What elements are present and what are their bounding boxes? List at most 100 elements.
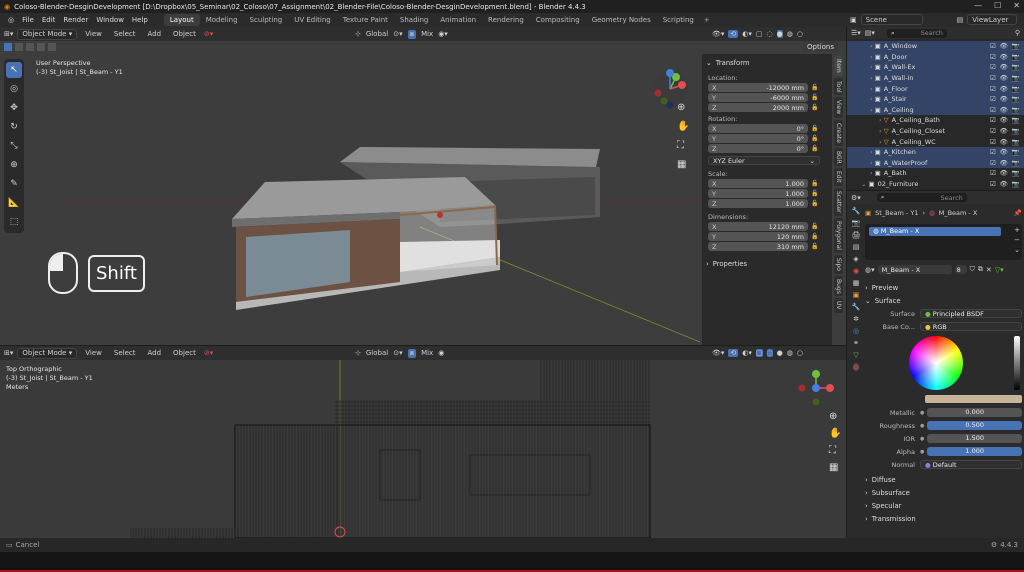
shading-material-icon-bottom[interactable]: ◍ (787, 349, 793, 357)
scale-field-z[interactable]: Z 1.000 (708, 199, 808, 208)
unlink-icon[interactable]: ✕ (986, 266, 992, 274)
camera-view-icon[interactable]: ⛶ (677, 140, 689, 151)
checkbox-icon[interactable]: ☑ (990, 106, 996, 114)
view-layer-tab-icon[interactable]: ▤ (853, 243, 860, 251)
eye-icon[interactable]: 👁 (1000, 148, 1008, 156)
eye-icon[interactable]: 👁 (1000, 116, 1008, 124)
ortho-grid-icon-bottom[interactable]: ▦ (829, 462, 841, 473)
render-tab-icon[interactable]: 📷 (852, 219, 861, 227)
outliner-item[interactable]: ⌄ ▣ 02_Furniture ☑ 👁 📷 (847, 179, 1024, 190)
slot-menu-icon[interactable]: ⌄ (1014, 246, 1020, 254)
disclosure-icon[interactable]: › (870, 42, 873, 50)
eye-icon[interactable]: 👁 (1000, 180, 1008, 188)
sidebar-tab-create[interactable]: Create (834, 119, 843, 146)
eye-icon[interactable]: 👁 (1000, 159, 1008, 167)
add-slot-icon[interactable]: + (1014, 226, 1020, 234)
socket-icon[interactable]: ● (920, 423, 924, 429)
overlay-icon[interactable]: ◐▾ (742, 30, 752, 38)
shading-solid-icon[interactable]: ● (776, 30, 783, 38)
checkbox-icon[interactable]: ☑ (990, 159, 996, 167)
camera-icon[interactable]: 📷 (1012, 116, 1020, 124)
data-tab-icon[interactable]: ▽ (853, 351, 858, 359)
sidebar-tab-edit[interactable]: Edit (834, 168, 843, 186)
eye-icon[interactable]: 👁 (1000, 63, 1008, 71)
close-icon[interactable]: ✕ (1013, 1, 1020, 10)
disclosure-icon[interactable]: › (870, 53, 873, 61)
xray-icon[interactable]: ▢ (756, 30, 763, 38)
outliner-filter-icon[interactable]: ⚲ (1015, 29, 1020, 37)
base-color-swatch[interactable] (925, 395, 1022, 403)
menu-help[interactable]: Help (128, 16, 152, 24)
camera-view-icon-bottom[interactable]: ⛶ (829, 445, 841, 456)
disclosure-icon[interactable]: › (870, 169, 873, 177)
socket-icon[interactable]: ● (920, 449, 924, 455)
outliner-item[interactable]: › ▣ A_WaterProof ☑ 👁 📷 (847, 157, 1024, 169)
workspace-tab-modeling[interactable]: Modeling (200, 14, 244, 26)
menu-edit[interactable]: Edit (38, 16, 60, 24)
menu-object-bottom[interactable]: Object (169, 349, 200, 357)
workspace-tab-scripting[interactable]: Scripting (657, 14, 700, 26)
pan-hand-icon[interactable]: ✋ (677, 121, 689, 132)
shading-wire-icon-bottom[interactable]: ◌ (766, 349, 773, 357)
material-tab-icon[interactable]: ◍ (852, 363, 860, 371)
shading-mix-dropdown-bottom[interactable]: Mix (421, 349, 433, 357)
checkbox-icon[interactable]: ☑ (990, 138, 996, 146)
camera-icon[interactable]: 📷 (1012, 180, 1020, 188)
lock-icon[interactable]: 🔓 (811, 180, 818, 187)
pivot-icon-bottom[interactable]: ⊙▾ (393, 349, 402, 357)
section-transmission[interactable]: › Transmission (865, 512, 1022, 525)
visibility-icon-bottom[interactable]: 👁▾ (712, 349, 724, 357)
eye-icon[interactable]: 👁 (1000, 95, 1008, 103)
menu-select-bottom[interactable]: Select (110, 349, 140, 357)
sidebar-tab-view[interactable]: View (834, 97, 843, 118)
ortho-grid-icon[interactable]: ▦ (677, 159, 689, 170)
outliner-item[interactable]: › ▣ A_Wall-In ☑ 👁 📷 (847, 72, 1024, 84)
duplicate-icon[interactable]: ⧉ (978, 265, 983, 274)
checkbox-icon[interactable]: ☑ (990, 95, 996, 103)
add-workspace-icon[interactable]: + (700, 16, 714, 24)
checkbox-icon[interactable]: ☑ (990, 127, 996, 135)
properties-search-input[interactable]: ⌕ Search (876, 193, 967, 202)
material-slot-item[interactable]: ◍ M_Beam - X (869, 227, 1001, 236)
location-field-z[interactable]: Z 2000 mm (708, 103, 808, 112)
checkbox-icon[interactable]: ☑ (990, 169, 996, 177)
checkbox-icon[interactable]: ☑ (990, 42, 996, 50)
bsdf-value-field[interactable]: 1.000 (927, 447, 1022, 456)
preview-section[interactable]: › Preview (865, 281, 1022, 294)
eye-icon[interactable]: 👁 (1000, 42, 1008, 50)
workspace-tab-uv-editing[interactable]: UV Editing (288, 14, 337, 26)
outliner-item[interactable]: › ▽ A_Ceiling_Closet ☑ 👁 📷 (847, 126, 1024, 137)
zoom-icon-bottom[interactable]: ⊕ (829, 411, 841, 422)
eye-icon[interactable]: 👁 (1000, 169, 1008, 177)
dimensions-field-y[interactable]: Y 120 mm (708, 232, 808, 241)
lock-icon[interactable]: 🔓 (811, 190, 818, 197)
object-mode-dropdown-bottom[interactable]: Object Mode ▾ (17, 347, 78, 359)
view-layer-selector[interactable]: ViewLayer (967, 14, 1018, 25)
gizmo-icon-bottom[interactable]: ⟲ (728, 349, 739, 357)
checkbox-icon[interactable]: ☑ (990, 148, 996, 156)
outliner-item[interactable]: › ▣ A_Kitchen ☑ 👁 📷 (847, 146, 1024, 158)
properties-editor-icon[interactable]: ⚙▾ (851, 194, 861, 202)
material-name-field[interactable]: M_Beam - X (877, 265, 952, 274)
lock-icon[interactable]: 🔓 (811, 233, 818, 240)
sidebar-tab-tool[interactable]: Tool (834, 77, 843, 96)
physics-tab-icon[interactable]: ◎ (853, 327, 859, 335)
checkbox-icon[interactable]: ☑ (990, 63, 996, 71)
rotation-field-z[interactable]: Z 0° (708, 144, 808, 153)
transform-orientation-dropdown-bottom[interactable]: Global (366, 349, 388, 357)
workspace-tab-sculpting[interactable]: Sculpting (244, 14, 289, 26)
section-diffuse[interactable]: › Diffuse (865, 473, 1022, 486)
section-subsurface[interactable]: › Subsurface (865, 486, 1022, 499)
modifier-tab-icon[interactable]: 🔧 (852, 303, 861, 311)
snap-icon-bottom[interactable]: ⧈ (407, 348, 417, 358)
editor-type-icon-bottom[interactable]: ⊞▾ (4, 349, 13, 357)
outliner-item[interactable]: › ▣ A_Stair ☑ 👁 📷 (847, 93, 1024, 105)
outliner-item[interactable]: › ▽ A_Ceiling_Bath ☑ 👁 📷 (847, 115, 1024, 126)
outliner-item[interactable]: › ▽ A_Ceiling_WC ☑ 👁 📷 (847, 136, 1024, 147)
rotation-field-y[interactable]: Y 0° (708, 134, 808, 143)
gizmo-icon[interactable]: ⟲ (728, 30, 739, 38)
shading-solid-icon-bottom[interactable]: ● (777, 349, 783, 357)
sidebar-tab-bugs[interactable]: Bugs (834, 275, 843, 297)
navigation-gizmo-bottom[interactable] (796, 368, 836, 408)
eye-icon[interactable]: 👁 (1000, 85, 1008, 93)
